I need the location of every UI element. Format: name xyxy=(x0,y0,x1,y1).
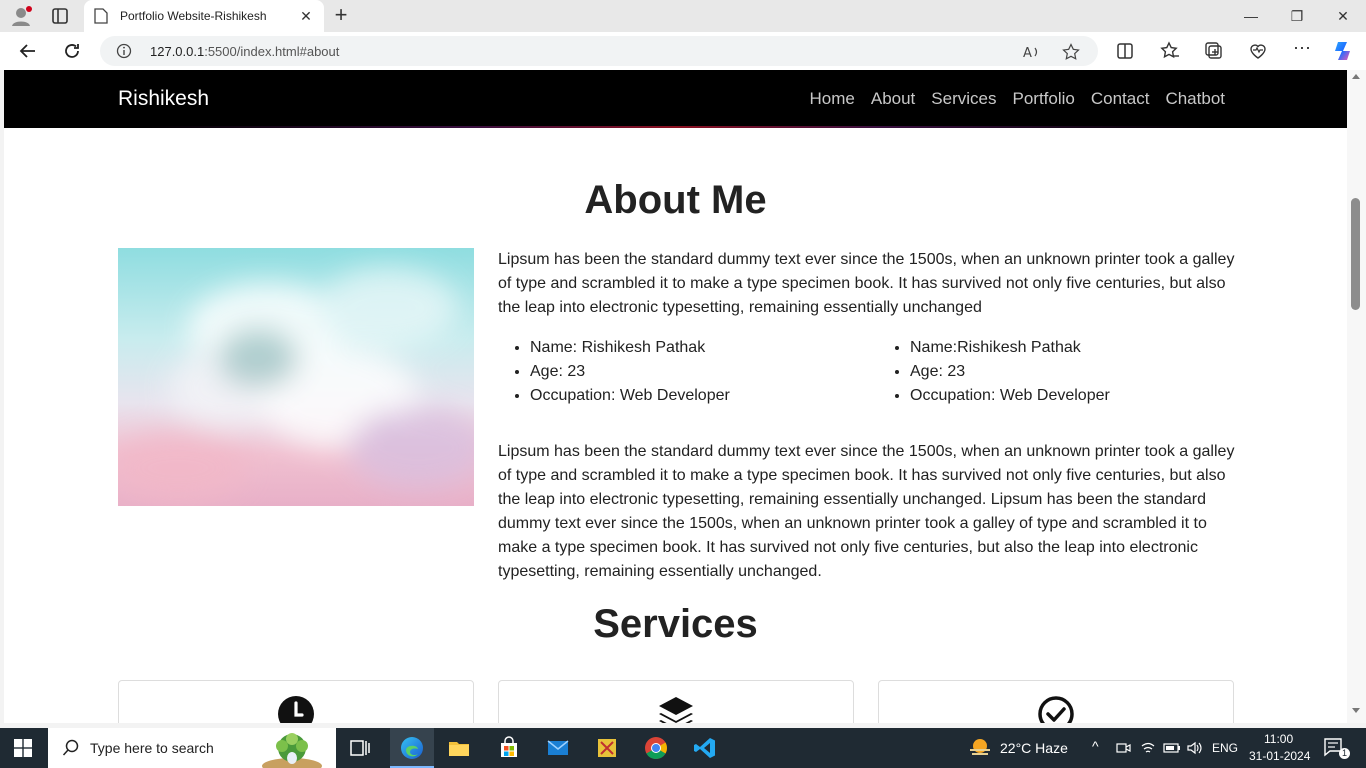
active-tab[interactable]: Portfolio Website-Rishikesh ✕ xyxy=(84,0,324,32)
chrome-icon[interactable] xyxy=(644,736,668,760)
collections-icon[interactable] xyxy=(1204,41,1224,61)
close-window-button[interactable]: ✕ xyxy=(1320,0,1366,32)
vscode-icon[interactable] xyxy=(693,736,717,760)
nav-home[interactable]: Home xyxy=(810,89,855,109)
copilot-icon[interactable] xyxy=(1332,39,1356,63)
split-screen-icon[interactable] xyxy=(1115,41,1135,61)
about-intro: Lipsum has been the standard dummy text … xyxy=(498,251,1235,316)
check-circle-icon xyxy=(1038,696,1074,723)
layers-icon xyxy=(659,697,693,723)
nav-links: Home About Services Portfolio Contact Ch… xyxy=(810,89,1226,109)
nav-chatbot[interactable]: Chatbot xyxy=(1165,89,1225,109)
about-details-right: Name:Rishikesh Pathak Age: 23 Occupation… xyxy=(878,336,1110,408)
url-path: :5500/index.html#about xyxy=(204,43,340,59)
volume-icon[interactable] xyxy=(1186,740,1202,756)
windows-start-icon[interactable] xyxy=(14,739,32,757)
page-icon xyxy=(94,8,108,24)
scroll-thumb[interactable] xyxy=(1351,198,1360,310)
detail-name: Name: Rishikesh Pathak xyxy=(530,336,730,360)
detail-name: Name:Rishikesh Pathak xyxy=(910,336,1110,360)
site-brand[interactable]: Rishikesh xyxy=(118,87,209,111)
url-host: 127.0.0.1 xyxy=(150,43,205,59)
url-field[interactable]: 127.0.0.1:5500/index.html#about A xyxy=(100,36,1098,66)
page-scrollbar[interactable] xyxy=(1347,70,1366,723)
svg-text:A: A xyxy=(1023,46,1032,61)
info-icon[interactable] xyxy=(116,43,132,59)
service-card xyxy=(878,680,1234,723)
refresh-icon[interactable] xyxy=(61,40,83,62)
nav-services[interactable]: Services xyxy=(931,89,996,109)
search-placeholder: Type here to search xyxy=(90,740,214,756)
snipping-tool-icon[interactable] xyxy=(595,736,619,760)
tab-close-icon[interactable]: ✕ xyxy=(298,8,314,24)
clock-icon xyxy=(278,696,314,723)
nav-portfolio[interactable]: Portfolio xyxy=(1012,89,1074,109)
service-card xyxy=(498,680,854,723)
search-highlight-icon xyxy=(262,733,322,768)
battery-icon[interactable] xyxy=(1163,740,1181,756)
nav-contact[interactable]: Contact xyxy=(1091,89,1150,109)
windows-taskbar: Type here to search 22°C Haze ^ ENG 11:0… xyxy=(0,728,1366,768)
tab-title: Portfolio Website-Rishikesh xyxy=(120,9,267,23)
about-image xyxy=(118,248,474,506)
new-tab-button[interactable]: + xyxy=(330,4,352,27)
task-view-icon[interactable] xyxy=(348,736,372,760)
mail-icon[interactable] xyxy=(546,736,570,760)
address-bar-row: 127.0.0.1:5500/index.html#about A ⋯ xyxy=(0,32,1366,70)
search-icon xyxy=(62,739,79,756)
tab-actions-icon[interactable] xyxy=(50,6,70,26)
wifi-icon[interactable] xyxy=(1140,740,1156,756)
weather-haze-icon[interactable] xyxy=(968,737,992,759)
favorites-icon[interactable] xyxy=(1160,41,1180,61)
favorite-star-icon[interactable] xyxy=(1062,43,1080,61)
detail-age: Age: 23 xyxy=(530,360,730,384)
scroll-down-arrow-icon[interactable] xyxy=(1352,708,1360,713)
about-title: About Me xyxy=(584,178,767,222)
store-icon[interactable] xyxy=(497,736,521,760)
language-indicator[interactable]: ENG xyxy=(1212,741,1238,755)
nav-about[interactable]: About xyxy=(871,89,915,109)
show-hidden-icons[interactable]: ^ xyxy=(1092,738,1099,754)
back-icon[interactable] xyxy=(17,40,39,62)
taskbar-edge-active[interactable] xyxy=(390,728,434,768)
read-aloud-icon[interactable]: A xyxy=(1022,43,1040,61)
notification-count: 1 xyxy=(1339,748,1351,759)
restore-button[interactable]: ❐ xyxy=(1274,0,1320,32)
browser-essentials-icon[interactable] xyxy=(1248,41,1268,61)
services-title: Services xyxy=(593,602,758,646)
minimize-button[interactable]: — xyxy=(1228,0,1274,32)
about-details-left: Name: Rishikesh Pathak Age: 23 Occupatio… xyxy=(498,336,730,408)
weather-text[interactable]: 22°C Haze xyxy=(1000,740,1068,756)
detail-age: Age: 23 xyxy=(910,360,1110,384)
scroll-up-arrow-icon[interactable] xyxy=(1352,74,1360,79)
detail-occupation: Occupation: Web Developer xyxy=(910,384,1110,408)
clock-time[interactable]: 11:00 xyxy=(1264,732,1293,746)
browser-tab-bar: Portfolio Website-Rishikesh ✕ + — ❐ ✕ xyxy=(0,0,1366,32)
file-explorer-icon[interactable] xyxy=(447,736,471,760)
edge-icon xyxy=(401,737,423,759)
detail-occupation: Occupation: Web Developer xyxy=(530,384,730,408)
about-body: Lipsum has been the standard dummy text … xyxy=(498,443,1235,580)
service-card xyxy=(118,680,474,723)
settings-more-icon[interactable]: ⋯ xyxy=(1292,39,1312,61)
meet-now-icon[interactable] xyxy=(1115,740,1131,756)
taskbar-search[interactable]: Type here to search xyxy=(48,728,336,768)
site-navbar: Rishikesh Home About Services Portfolio … xyxy=(4,70,1347,128)
clock-date[interactable]: 31-01-2024 xyxy=(1249,749,1310,763)
profile-icon[interactable] xyxy=(10,5,32,27)
web-page: Rishikesh Home About Services Portfolio … xyxy=(4,70,1347,723)
